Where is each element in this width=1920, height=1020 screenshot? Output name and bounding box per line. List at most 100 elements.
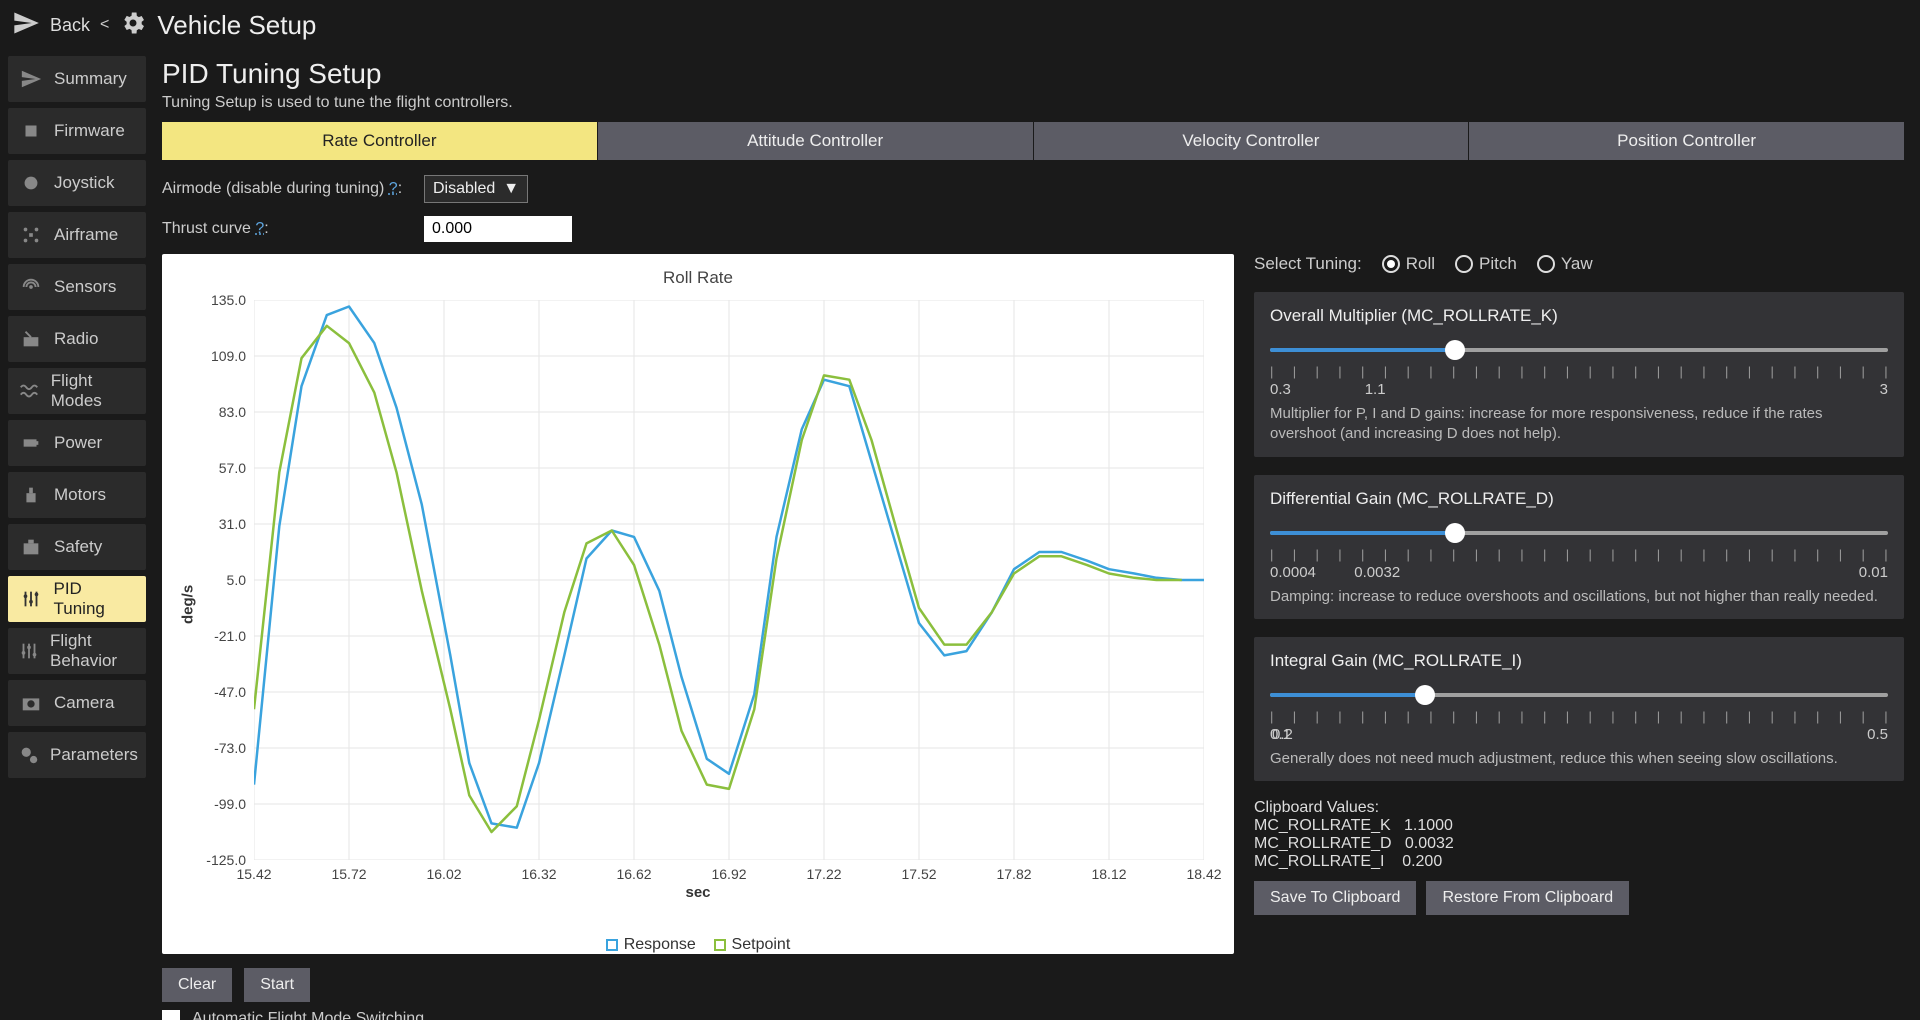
radio-pitch[interactable]: Pitch [1455,254,1517,274]
y-axis-label: deg/s [180,585,197,624]
sidebar-item-label: Radio [54,329,98,349]
slider-description: Multiplier for P, I and D gains: increas… [1270,404,1888,445]
sidebar-item-power[interactable]: Power [8,420,146,466]
sidebar-item-radio[interactable]: Radio [8,316,146,362]
sidebar-item-pid-tuning[interactable]: PID Tuning [8,576,146,622]
sidebar-item-label: Firmware [54,121,125,141]
slider-max: 0.5 [1867,726,1888,743]
slider-mid: 0.2 [1272,726,1293,743]
radio-label: Roll [1406,254,1435,274]
signal-icon [18,276,44,298]
sidebar-item-label: Flight Modes [51,371,136,411]
slider-title: Overall Multiplier (MC_ROLLRATE_K) [1270,306,1888,326]
sidebar-item-label: Joystick [54,173,114,193]
slider-max: 3 [1880,381,1888,398]
tab-attitude-controller[interactable]: Attitude Controller [598,122,1033,160]
legend-swatch-setpoint [714,939,726,951]
slider-mid: 0.0032 [1354,564,1400,581]
chart-title: Roll Rate [162,254,1234,288]
sidebar-item-camera[interactable]: Camera [8,680,146,726]
slider-min: 0.0004 [1270,564,1316,581]
radio-label: Pitch [1479,254,1517,274]
legend-label: Setpoint [732,936,791,953]
drone-icon [18,224,44,246]
paper-plane-icon [12,9,40,42]
clipboard-row: MC_ROLLRATE_D 0.0032 [1254,835,1904,853]
chip-icon [18,120,44,142]
chart-plot-area: -125.0-99.0-73.0-47.0-21.05.031.057.083.… [254,300,1204,860]
help-icon[interactable]: ? [255,220,264,237]
sidebar-item-label: Summary [54,69,127,89]
slider-block-integral-gain: Integral Gain (MC_ROLLRATE_I) ||||||||||… [1254,637,1904,781]
sidebar-item-label: Camera [54,693,114,713]
sidebar-item-motors[interactable]: Motors [8,472,146,518]
airmode-select[interactable]: Disabled ▼ [424,175,528,203]
sidebar-item-label: Parameters [50,745,138,765]
sidebar-item-label: Flight Behavior [50,631,136,671]
airmode-value: Disabled [433,180,495,198]
slider-overall-multiplier[interactable] [1270,340,1888,360]
sidebar-item-safety[interactable]: Safety [8,524,146,570]
tuning-panel: Select Tuning: Roll Pitch Yaw Overall Mu… [1254,254,1904,954]
slider-description: Damping: increase to reduce overshoots a… [1270,587,1888,607]
slider-differential-gain[interactable] [1270,523,1888,543]
topbar: Back < Vehicle Setup [0,0,1920,50]
clipboard-row: MC_ROLLRATE_K 1.1000 [1254,817,1904,835]
clipboard-values: Clipboard Values: MC_ROLLRATE_K 1.1000 M… [1254,799,1904,915]
sidebar-item-summary[interactable]: Summary [8,56,146,102]
legend-label: Response [624,936,696,953]
clear-button[interactable]: Clear [162,968,232,1002]
start-button[interactable]: Start [244,968,310,1002]
slider-description: Generally does not need much adjustment,… [1270,749,1888,769]
sidebar-item-label: Airframe [54,225,118,245]
sliders-icon [18,640,40,662]
slider-title: Differential Gain (MC_ROLLRATE_D) [1270,489,1888,509]
radio-yaw[interactable]: Yaw [1537,254,1593,274]
slider-max: 0.01 [1859,564,1888,581]
main-content: PID Tuning Setup Tuning Setup is used to… [154,50,1920,1020]
chevron-left-icon: < [100,16,109,34]
back-button[interactable]: Back [50,15,90,36]
save-to-clipboard-button[interactable]: Save To Clipboard [1254,881,1416,915]
radio-label: Yaw [1561,254,1593,274]
sidebar-item-firmware[interactable]: Firmware [8,108,146,154]
tab-velocity-controller[interactable]: Velocity Controller [1034,122,1469,160]
sidebar-item-joystick[interactable]: Joystick [8,160,146,206]
sidebar-item-flight-behavior[interactable]: Flight Behavior [8,628,146,674]
tab-rate-controller[interactable]: Rate Controller [162,122,597,160]
chart-container: Roll Rate deg/s -125.0-99.0-73.0-47.0-21… [162,254,1234,954]
auto-flight-mode-label: Automatic Flight Mode Switching [192,1010,424,1020]
controller-tabs: Rate Controller Attitude Controller Velo… [162,122,1904,160]
battery-icon [18,432,44,454]
thrust-curve-label: Thrust curve ?: [162,220,412,238]
slider-integral-gain[interactable] [1270,685,1888,705]
chart-legend: Response Setpoint [162,936,1234,954]
help-icon[interactable]: ? [389,180,398,197]
sidebar: Summary Firmware Joystick Airframe Senso… [0,50,154,1020]
sidebar-item-sensors[interactable]: Sensors [8,264,146,310]
radio-roll[interactable]: Roll [1382,254,1435,274]
sidebar-item-airframe[interactable]: Airframe [8,212,146,258]
sidebar-item-parameters[interactable]: Parameters [8,732,146,778]
auto-flight-mode-checkbox[interactable] [162,1010,180,1020]
gear-icon [18,172,44,194]
clipboard-title: Clipboard Values: [1254,799,1904,817]
x-axis-label: sec [162,884,1234,901]
paper-plane-icon [18,68,44,90]
slider-mid: 1.1 [1365,381,1386,398]
restore-from-clipboard-button[interactable]: Restore From Clipboard [1426,881,1629,915]
sidebar-item-label: Motors [54,485,106,505]
slider-title: Integral Gain (MC_ROLLRATE_I) [1270,651,1888,671]
gears-icon [119,9,147,42]
clipboard-row: MC_ROLLRATE_I 0.200 [1254,853,1904,871]
page-subtitle: Tuning Setup is used to tune the flight … [162,94,1904,112]
airmode-label: Airmode (disable during tuning) ?: [162,180,412,198]
chevron-down-icon: ▼ [503,180,519,198]
medkit-icon [18,536,44,558]
tab-position-controller[interactable]: Position Controller [1469,122,1904,160]
thrust-curve-input[interactable] [424,216,572,242]
slider-min: 0.3 [1270,381,1291,398]
sidebar-item-label: PID Tuning [54,579,137,619]
sidebar-item-label: Sensors [54,277,116,297]
sidebar-item-flight-modes[interactable]: Flight Modes [8,368,146,414]
